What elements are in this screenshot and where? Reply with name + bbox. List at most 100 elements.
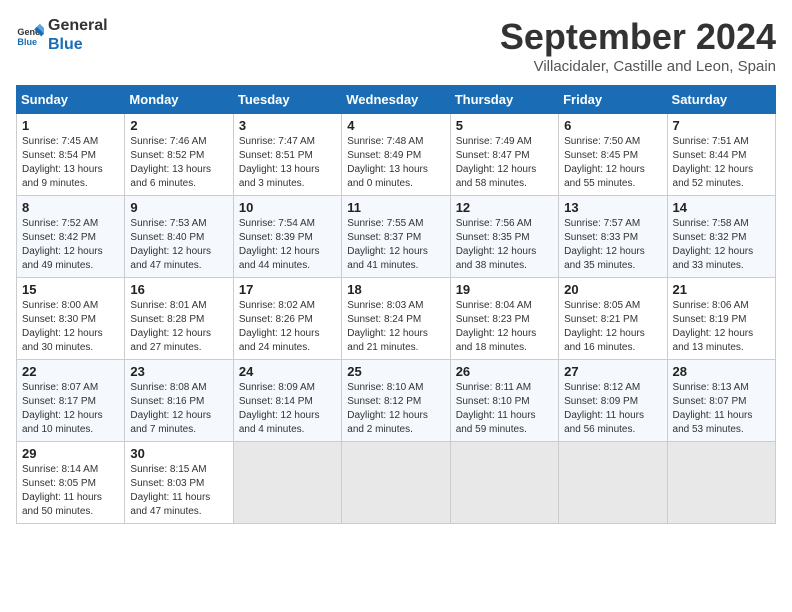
day-number: 17 — [239, 282, 336, 297]
day-info: Sunrise: 7:48 AM Sunset: 8:49 PM Dayligh… — [347, 135, 444, 191]
title-area: September 2024 Villacidaler, Castille an… — [500, 16, 776, 75]
day-info: Sunrise: 7:54 AM Sunset: 8:39 PM Dayligh… — [239, 217, 336, 273]
calendar-cell: 7 Sunrise: 7:51 AM Sunset: 8:44 PM Dayli… — [667, 114, 775, 196]
day-number: 9 — [130, 200, 227, 215]
day-number: 14 — [673, 200, 770, 215]
calendar-cell: 20 Sunrise: 8:05 AM Sunset: 8:21 PM Dayl… — [559, 278, 667, 360]
calendar-header-monday: Monday — [125, 86, 233, 114]
calendar-cell: 19 Sunrise: 8:04 AM Sunset: 8:23 PM Dayl… — [450, 278, 558, 360]
day-number: 24 — [239, 364, 336, 379]
calendar-cell: 18 Sunrise: 8:03 AM Sunset: 8:24 PM Dayl… — [342, 278, 450, 360]
day-number: 13 — [564, 200, 661, 215]
calendar-cell: 16 Sunrise: 8:01 AM Sunset: 8:28 PM Dayl… — [125, 278, 233, 360]
day-info: Sunrise: 7:51 AM Sunset: 8:44 PM Dayligh… — [673, 135, 770, 191]
day-number: 30 — [130, 446, 227, 461]
calendar-cell: 15 Sunrise: 8:00 AM Sunset: 8:30 PM Dayl… — [17, 278, 125, 360]
day-info: Sunrise: 8:05 AM Sunset: 8:21 PM Dayligh… — [564, 299, 661, 355]
calendar-header-saturday: Saturday — [667, 86, 775, 114]
month-year: September 2024 — [500, 16, 776, 58]
calendar-cell: 28 Sunrise: 8:13 AM Sunset: 8:07 PM Dayl… — [667, 360, 775, 442]
calendar-cell: 22 Sunrise: 8:07 AM Sunset: 8:17 PM Dayl… — [17, 360, 125, 442]
calendar-cell: 23 Sunrise: 8:08 AM Sunset: 8:16 PM Dayl… — [125, 360, 233, 442]
day-number: 29 — [22, 446, 119, 461]
day-info: Sunrise: 7:58 AM Sunset: 8:32 PM Dayligh… — [673, 217, 770, 273]
day-number: 18 — [347, 282, 444, 297]
calendar-cell: 26 Sunrise: 8:11 AM Sunset: 8:10 PM Dayl… — [450, 360, 558, 442]
calendar-header-wednesday: Wednesday — [342, 86, 450, 114]
calendar-cell: 2 Sunrise: 7:46 AM Sunset: 8:52 PM Dayli… — [125, 114, 233, 196]
day-number: 5 — [456, 118, 553, 133]
calendar-cell: 17 Sunrise: 8:02 AM Sunset: 8:26 PM Dayl… — [233, 278, 341, 360]
location-subtitle: Villacidaler, Castille and Leon, Spain — [500, 58, 776, 75]
calendar-cell: 11 Sunrise: 7:55 AM Sunset: 8:37 PM Dayl… — [342, 196, 450, 278]
day-info: Sunrise: 7:50 AM Sunset: 8:45 PM Dayligh… — [564, 135, 661, 191]
svg-text:Blue: Blue — [17, 37, 37, 47]
calendar-cell: 27 Sunrise: 8:12 AM Sunset: 8:09 PM Dayl… — [559, 360, 667, 442]
calendar-cell: 3 Sunrise: 7:47 AM Sunset: 8:51 PM Dayli… — [233, 114, 341, 196]
day-number: 26 — [456, 364, 553, 379]
calendar-cell — [233, 442, 341, 524]
day-info: Sunrise: 7:52 AM Sunset: 8:42 PM Dayligh… — [22, 217, 119, 273]
day-info: Sunrise: 8:13 AM Sunset: 8:07 PM Dayligh… — [673, 381, 770, 437]
calendar-cell: 10 Sunrise: 7:54 AM Sunset: 8:39 PM Dayl… — [233, 196, 341, 278]
day-number: 4 — [347, 118, 444, 133]
day-number: 8 — [22, 200, 119, 215]
logo-general: General — [48, 16, 108, 35]
calendar-week-row: 22 Sunrise: 8:07 AM Sunset: 8:17 PM Dayl… — [17, 360, 776, 442]
calendar-header-tuesday: Tuesday — [233, 86, 341, 114]
day-number: 11 — [347, 200, 444, 215]
day-info: Sunrise: 8:08 AM Sunset: 8:16 PM Dayligh… — [130, 381, 227, 437]
day-number: 19 — [456, 282, 553, 297]
day-number: 22 — [22, 364, 119, 379]
day-number: 3 — [239, 118, 336, 133]
day-number: 20 — [564, 282, 661, 297]
day-info: Sunrise: 8:00 AM Sunset: 8:30 PM Dayligh… — [22, 299, 119, 355]
day-info: Sunrise: 8:12 AM Sunset: 8:09 PM Dayligh… — [564, 381, 661, 437]
day-info: Sunrise: 7:55 AM Sunset: 8:37 PM Dayligh… — [347, 217, 444, 273]
calendar-header-thursday: Thursday — [450, 86, 558, 114]
day-number: 7 — [673, 118, 770, 133]
day-info: Sunrise: 8:06 AM Sunset: 8:19 PM Dayligh… — [673, 299, 770, 355]
calendar-cell: 6 Sunrise: 7:50 AM Sunset: 8:45 PM Dayli… — [559, 114, 667, 196]
calendar-cell: 25 Sunrise: 8:10 AM Sunset: 8:12 PM Dayl… — [342, 360, 450, 442]
calendar-cell — [559, 442, 667, 524]
day-number: 27 — [564, 364, 661, 379]
day-info: Sunrise: 7:53 AM Sunset: 8:40 PM Dayligh… — [130, 217, 227, 273]
calendar-cell: 9 Sunrise: 7:53 AM Sunset: 8:40 PM Dayli… — [125, 196, 233, 278]
day-number: 21 — [673, 282, 770, 297]
calendar-week-row: 29 Sunrise: 8:14 AM Sunset: 8:05 PM Dayl… — [17, 442, 776, 524]
logo-icon: General Blue — [16, 21, 44, 49]
day-number: 15 — [22, 282, 119, 297]
day-number: 28 — [673, 364, 770, 379]
day-info: Sunrise: 7:56 AM Sunset: 8:35 PM Dayligh… — [456, 217, 553, 273]
day-info: Sunrise: 7:57 AM Sunset: 8:33 PM Dayligh… — [564, 217, 661, 273]
logo-blue: Blue — [48, 35, 108, 54]
day-info: Sunrise: 8:15 AM Sunset: 8:03 PM Dayligh… — [130, 463, 227, 519]
day-info: Sunrise: 7:45 AM Sunset: 8:54 PM Dayligh… — [22, 135, 119, 191]
calendar-cell — [667, 442, 775, 524]
calendar-header-friday: Friday — [559, 86, 667, 114]
calendar-cell: 21 Sunrise: 8:06 AM Sunset: 8:19 PM Dayl… — [667, 278, 775, 360]
logo: General Blue General Blue — [16, 16, 108, 54]
day-info: Sunrise: 8:02 AM Sunset: 8:26 PM Dayligh… — [239, 299, 336, 355]
calendar-cell — [342, 442, 450, 524]
day-number: 25 — [347, 364, 444, 379]
calendar-cell — [450, 442, 558, 524]
calendar-cell: 13 Sunrise: 7:57 AM Sunset: 8:33 PM Dayl… — [559, 196, 667, 278]
day-number: 2 — [130, 118, 227, 133]
header: General Blue General Blue September 2024… — [16, 16, 776, 75]
calendar-header-sunday: Sunday — [17, 86, 125, 114]
day-info: Sunrise: 8:07 AM Sunset: 8:17 PM Dayligh… — [22, 381, 119, 437]
day-info: Sunrise: 8:04 AM Sunset: 8:23 PM Dayligh… — [456, 299, 553, 355]
day-number: 23 — [130, 364, 227, 379]
calendar-cell: 5 Sunrise: 7:49 AM Sunset: 8:47 PM Dayli… — [450, 114, 558, 196]
calendar-header-row: SundayMondayTuesdayWednesdayThursdayFrid… — [17, 86, 776, 114]
calendar-week-row: 8 Sunrise: 7:52 AM Sunset: 8:42 PM Dayli… — [17, 196, 776, 278]
day-info: Sunrise: 8:10 AM Sunset: 8:12 PM Dayligh… — [347, 381, 444, 437]
day-info: Sunrise: 8:11 AM Sunset: 8:10 PM Dayligh… — [456, 381, 553, 437]
calendar-cell: 12 Sunrise: 7:56 AM Sunset: 8:35 PM Dayl… — [450, 196, 558, 278]
calendar-cell: 24 Sunrise: 8:09 AM Sunset: 8:14 PM Dayl… — [233, 360, 341, 442]
day-info: Sunrise: 8:14 AM Sunset: 8:05 PM Dayligh… — [22, 463, 119, 519]
day-info: Sunrise: 8:03 AM Sunset: 8:24 PM Dayligh… — [347, 299, 444, 355]
calendar-cell: 1 Sunrise: 7:45 AM Sunset: 8:54 PM Dayli… — [17, 114, 125, 196]
